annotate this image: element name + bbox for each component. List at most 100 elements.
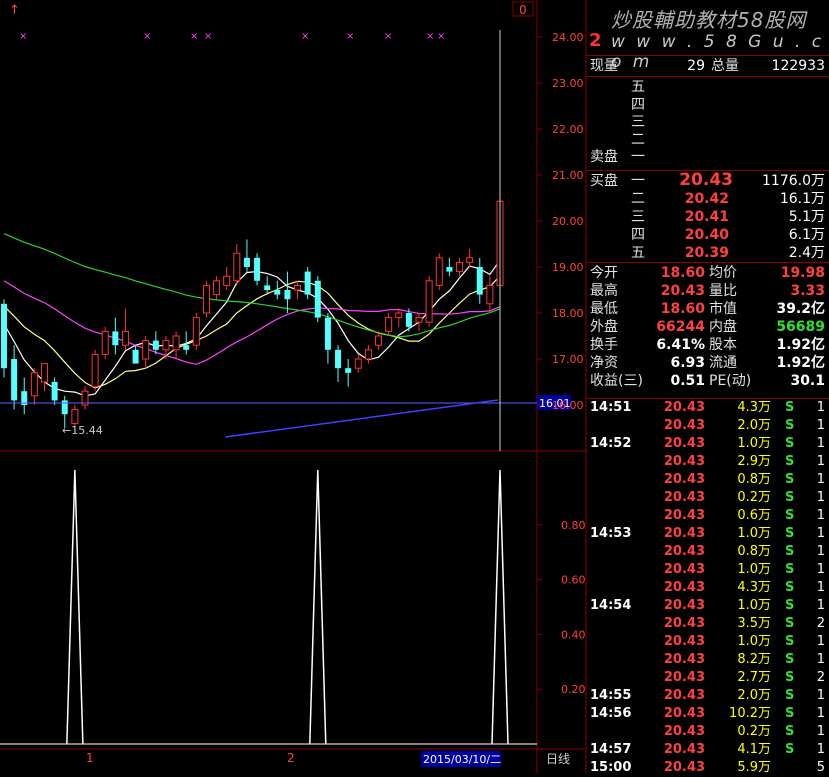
indicator-axis-label: 0.40 [561, 628, 586, 641]
total-vol-label: 总量 [711, 58, 739, 74]
trade-row[interactable]: 20.43 8.2万 S 1 [587, 651, 829, 669]
price-axis-label: 23.00 [552, 77, 584, 90]
trade-time: 14:53 [590, 526, 632, 541]
signal-marker: × [437, 31, 445, 42]
low-annotation: ←15.44 [62, 424, 103, 437]
trade-price: 20.43 [663, 580, 705, 595]
signal-marker: × [346, 31, 354, 42]
stat-row: 最低 18.60 市值 39.2亿 [587, 300, 829, 318]
trade-row[interactable]: 14:52 20.43 1.0万 S 1 [587, 435, 829, 453]
sell-level-label: 二 [631, 131, 645, 148]
trade-row[interactable]: 20.43 0.6万 S 1 [587, 507, 829, 525]
trade-volume: 1.0万 [737, 436, 771, 451]
trade-row[interactable]: 20.43 0.8万 S 1 [587, 543, 829, 561]
trade-row[interactable]: 20.43 3.5万 S 2 [587, 615, 829, 633]
stat-label: 最低 [590, 301, 618, 317]
trade-price: 20.43 [663, 688, 705, 703]
trade-row[interactable]: 20.43 2.9万 S 1 [587, 453, 829, 471]
price-axis-label: 21.00 [552, 169, 584, 182]
stat-value: 6.41% [656, 337, 705, 353]
candle-body-down [132, 349, 139, 364]
trade-side: S [785, 400, 795, 415]
trade-volume: 1.0万 [737, 634, 771, 649]
trade-row[interactable]: 14:53 20.43 1.0万 S 1 [587, 525, 829, 543]
trade-row[interactable]: 14:54 20.43 1.0万 S 1 [587, 597, 829, 615]
trade-volume: 5.9万 [737, 760, 771, 775]
trade-time: 14:57 [590, 742, 632, 757]
price-axis-label: 22.00 [552, 123, 584, 136]
candle-body-up [425, 280, 433, 323]
trade-row[interactable]: 20.43 0.2万 S 1 [587, 489, 829, 507]
watermark-title: 炒股輔助教材58股网 [611, 8, 807, 32]
price-axis-label: 24.00 [552, 31, 584, 44]
stat-row: 收益(三) 0.51 PE(动) 30.1 [587, 372, 829, 390]
stat-value: 1.92亿 [776, 337, 825, 353]
trade-volume: 0.6万 [737, 508, 771, 523]
trade-row[interactable]: 20.43 1.0万 S 1 [587, 561, 829, 579]
trade-side: S [785, 706, 795, 721]
kline-chart[interactable]: × × × × × × × × × 16.01 ←15.44 ↑ 0 24.0023.0022.… [0, 0, 587, 773]
trade-count: 1 [816, 688, 825, 703]
candle-body-up [40, 363, 48, 383]
buy-level-volume: 1176.0万 [762, 173, 825, 189]
trade-row[interactable]: 15:00 20.43 5.9万 5 [587, 759, 829, 777]
stat-row: 外盘 66244 内盘 56689 [587, 318, 829, 336]
candle-body-up [162, 340, 170, 351]
sell-label: 卖盘 [590, 149, 618, 165]
candle-body-up [101, 330, 109, 355]
stat-label: 内盘 [709, 319, 737, 335]
candle-body-up [71, 409, 79, 424]
trade-price: 20.43 [663, 760, 705, 775]
trade-row[interactable]: 14:55 20.43 2.0万 S 1 [587, 687, 829, 705]
divider [587, 55, 829, 56]
trade-price: 20.43 [663, 706, 705, 721]
trade-row[interactable]: 14:51 20.43 4.3万 S 1 [587, 399, 829, 417]
trade-price: 20.43 [663, 670, 705, 685]
trade-price: 20.43 [663, 652, 705, 667]
candle-body-down [476, 267, 483, 295]
candle-body-up [486, 284, 494, 305]
trade-volume: 4.3万 [737, 400, 771, 415]
trade-row[interactable]: 20.43 1.0万 S 1 [587, 633, 829, 651]
candle-body-up [213, 280, 221, 296]
trade-count: 1 [816, 544, 825, 559]
trade-side: S [785, 742, 795, 757]
trade-row[interactable]: 14:57 20.43 4.1万 S 1 [587, 741, 829, 759]
buy-level-row: 买盘一 20.43 1176.0万 [587, 171, 829, 190]
trade-price: 20.43 [663, 454, 705, 469]
trade-side: S [785, 598, 795, 613]
stat-row: 换手 6.41% 股本 1.92亿 [587, 336, 829, 354]
candle-body-down [314, 280, 321, 318]
trade-row[interactable]: 14:56 20.43 10.2万 S 1 [587, 705, 829, 723]
stat-value: 6.93 [670, 355, 705, 371]
buy-level-price: 20.41 [684, 209, 729, 225]
trade-row[interactable]: 20.43 2.7万 S 2 [587, 669, 829, 687]
trade-row[interactable]: 20.43 0.8万 S 1 [587, 471, 829, 489]
buy-level-price: 20.40 [684, 227, 729, 243]
trade-price: 20.43 [663, 490, 705, 505]
buy-label: 买盘 [590, 173, 618, 189]
trade-side: S [785, 436, 795, 451]
stat-row: 今开 18.60 均价 19.98 [587, 264, 829, 282]
trade-count: 1 [816, 706, 825, 721]
stat-label: 净资 [590, 355, 618, 371]
signal-marker: × [19, 31, 27, 42]
trade-row[interactable]: 20.43 2.0万 S 1 [587, 417, 829, 435]
trade-count: 1 [816, 472, 825, 487]
candle-body-down [152, 340, 159, 350]
trade-count: 1 [816, 400, 825, 415]
stat-row: 净资 6.93 流通 1.92亿 [587, 354, 829, 372]
trade-volume: 1.0万 [737, 526, 771, 541]
candle-body-up [354, 358, 362, 369]
trade-row[interactable]: 20.43 0.2万 S 1 [587, 723, 829, 741]
signal-marker: × [204, 31, 212, 42]
candle-body-up [172, 335, 180, 351]
trade-row[interactable]: 20.43 4.3万 S 1 [587, 579, 829, 597]
period-label[interactable]: 日线 [546, 752, 570, 766]
corner-box-label: 0 [519, 3, 527, 17]
candle-body-up [456, 261, 464, 273]
candle-body-up [233, 252, 241, 282]
trade-volume: 4.1万 [737, 742, 771, 757]
stat-label: PE(动) [709, 373, 752, 389]
candle-body-up [91, 353, 99, 388]
